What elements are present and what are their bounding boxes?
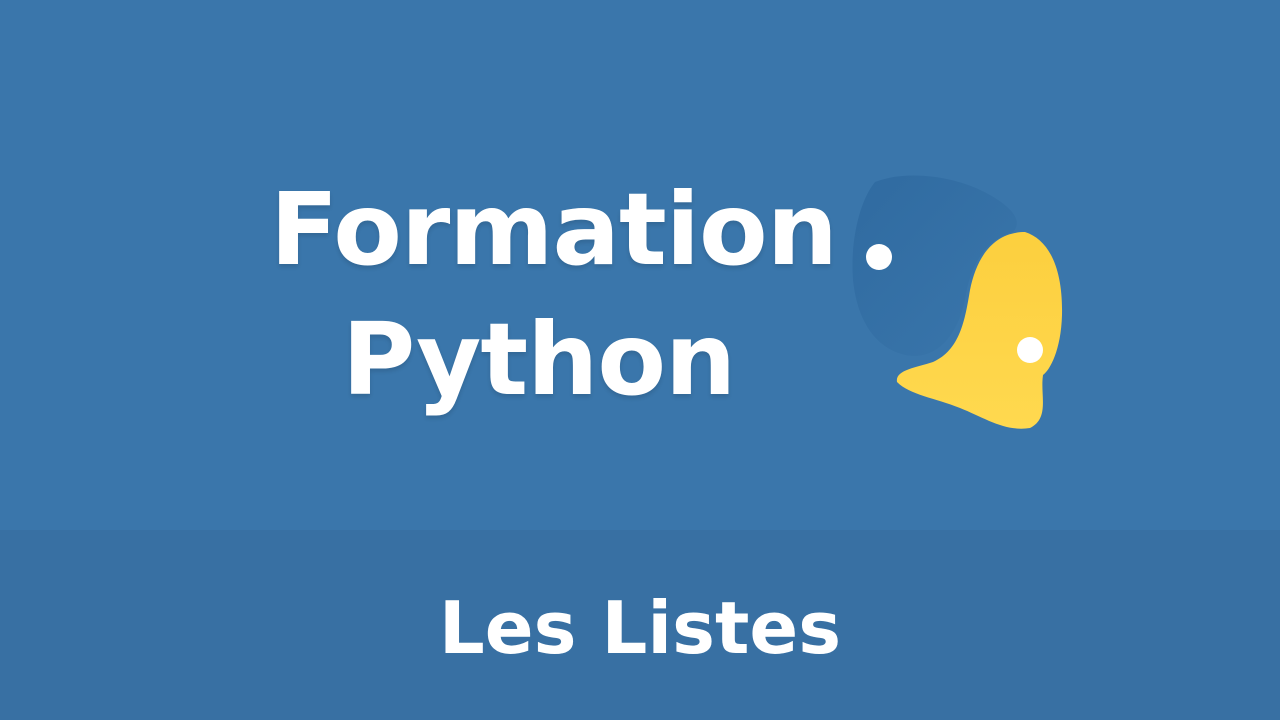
python-logo-eye-left	[866, 244, 892, 270]
hero-section: Formation Python	[0, 0, 1280, 530]
title-line-python: Python	[342, 301, 736, 418]
python-logo-eye-right	[1017, 337, 1043, 363]
subtitle: Les Listes	[438, 586, 842, 670]
python-logo-icon	[852, 175, 1063, 429]
title-line-formation: Formation	[270, 171, 838, 288]
